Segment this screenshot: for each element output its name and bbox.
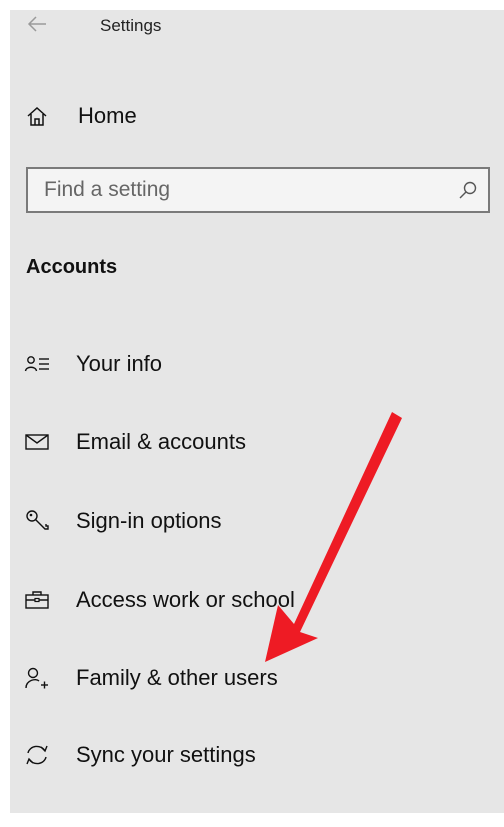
nav-label-access-work-school: Access work or school bbox=[76, 587, 295, 612]
search-icon[interactable] bbox=[458, 180, 478, 200]
sync-icon bbox=[26, 745, 48, 765]
nav-item-sign-in-options[interactable]: Sign-in options bbox=[10, 499, 504, 543]
add-person-icon bbox=[25, 667, 48, 689]
briefcase-icon bbox=[25, 591, 49, 609]
nav-label-sync-settings: Sync your settings bbox=[76, 742, 256, 767]
nav-label-your-info: Your info bbox=[76, 351, 163, 376]
nav-item-access-work-school[interactable]: Access work or school bbox=[10, 578, 504, 622]
nav-item-your-info[interactable]: Your info bbox=[10, 342, 504, 386]
key-icon bbox=[26, 510, 49, 530]
nav-label-email-accounts: Email & accounts bbox=[76, 429, 246, 454]
app-title: Settings bbox=[100, 16, 162, 35]
nav-item-email-accounts[interactable]: Email & accounts bbox=[10, 420, 504, 464]
envelope-icon bbox=[25, 434, 49, 450]
person-info-icon bbox=[24, 356, 49, 372]
back-arrow-icon bbox=[27, 16, 46, 32]
home-icon bbox=[27, 106, 47, 126]
search-input[interactable] bbox=[28, 169, 448, 211]
nav-item-family-other-users[interactable]: Family & other users bbox=[10, 656, 504, 700]
nav-label-sign-in-options: Sign-in options bbox=[76, 508, 222, 533]
nav-item-sync-settings[interactable]: Sync your settings bbox=[10, 733, 504, 777]
home-nav-item[interactable]: Home bbox=[10, 98, 504, 134]
settings-window: Settings Home Accounts Your info Ema bbox=[10, 10, 504, 813]
search-box[interactable] bbox=[26, 167, 490, 213]
back-button[interactable] bbox=[26, 13, 48, 35]
title-bar: Settings bbox=[10, 10, 504, 46]
home-label: Home bbox=[78, 103, 137, 128]
nav-label-family-other-users: Family & other users bbox=[76, 665, 278, 690]
section-title-accounts: Accounts bbox=[26, 256, 118, 278]
